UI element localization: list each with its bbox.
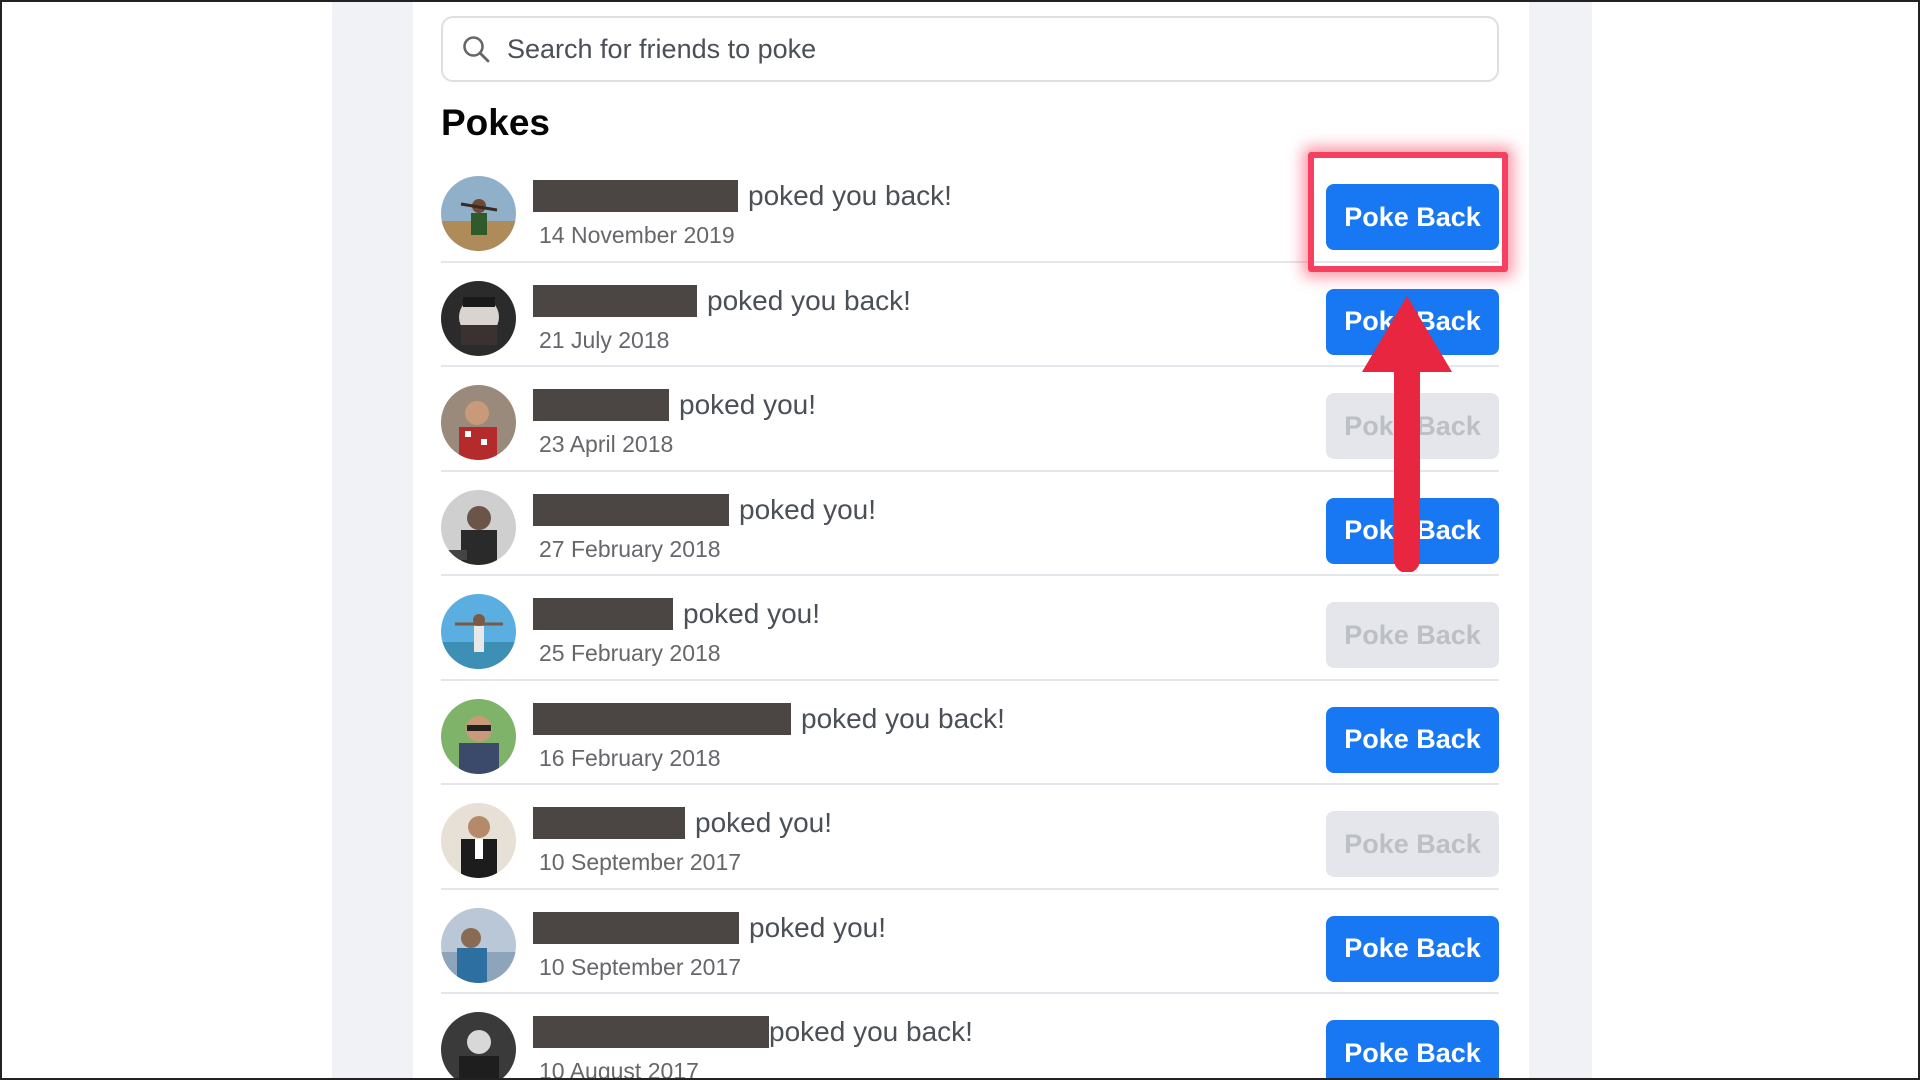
page-title: Pokes <box>441 102 551 143</box>
redacted-name <box>533 284 697 317</box>
redacted-name <box>533 598 673 630</box>
avatar <box>441 803 516 878</box>
pokes-list: poked you back! 14 November 2019 Poke Ba… <box>441 158 1499 1080</box>
poke-date: 25 February 2018 <box>539 640 721 666</box>
poke-date: 27 February 2018 <box>539 535 721 562</box>
poke-row: poked you! 10 September 2017 Poke Back <box>441 890 1499 994</box>
poke-text: poked you back! <box>533 283 911 319</box>
poke-back-button[interactable]: Poke Back <box>1326 706 1499 773</box>
poke-message: poked you back! <box>801 702 1005 734</box>
poke-date: 23 April 2018 <box>539 431 674 457</box>
redacted-name <box>533 180 738 212</box>
poke-message: poked you back! <box>707 284 911 316</box>
poke-row: poked you back! 21 July 2018 Poke Back <box>441 263 1499 367</box>
poke-message: poked you! <box>679 389 816 420</box>
screenshot-frame: Pokes poked you back! 14 November 2019 P… <box>0 0 1920 1080</box>
avatar <box>441 1012 516 1078</box>
avatar <box>441 280 516 356</box>
poke-row: poked you! 10 September 2017 Poke Back <box>441 785 1499 890</box>
poke-message: poked you! <box>739 493 876 525</box>
avatar <box>441 385 516 460</box>
poke-message: poked you! <box>683 598 820 629</box>
poke-back-button[interactable]: Poke Back <box>1326 915 1499 982</box>
avatar <box>441 176 516 251</box>
redacted-name <box>533 493 729 526</box>
avatar <box>441 907 516 983</box>
poke-message: poked you! <box>695 807 832 838</box>
poke-text: poked you! <box>533 492 876 528</box>
poke-back-button[interactable]: Poke Back <box>1326 1020 1499 1078</box>
avatar <box>441 489 516 565</box>
poke-back-button[interactable]: Poke Back <box>1326 497 1499 564</box>
poke-message: poked you back! <box>748 180 952 211</box>
poke-date: 14 November 2019 <box>539 222 735 248</box>
poke-text: poked you back! <box>533 178 952 214</box>
poke-back-button[interactable]: Poke Back <box>1326 811 1499 877</box>
poke-date: 10 August 2017 <box>539 1058 699 1080</box>
poke-row: poked you back! 16 February 2018 Poke Ba… <box>441 681 1499 785</box>
redacted-name <box>533 389 669 421</box>
redacted-name <box>533 702 791 735</box>
avatar <box>441 698 516 774</box>
search-bar[interactable] <box>441 16 1499 82</box>
poke-row: poked you! 25 February 2018 Poke Back <box>441 576 1499 681</box>
poke-message: poked you back! <box>769 1016 973 1047</box>
poke-row: poked you! 27 February 2018 Poke Back <box>441 472 1499 576</box>
redacted-name <box>533 911 739 944</box>
poke-date: 10 September 2017 <box>539 849 742 875</box>
poke-back-button[interactable]: Poke Back <box>1326 393 1499 459</box>
poke-text: poked you! <box>533 805 832 841</box>
poke-text: poked you back! <box>533 701 1005 737</box>
search-input[interactable] <box>507 29 1407 69</box>
poke-row: poked you back! 14 November 2019 Poke Ba… <box>441 158 1499 263</box>
poke-date: 10 September 2017 <box>539 953 742 980</box>
poke-text: poked you back! <box>533 1014 973 1050</box>
poke-text: poked you! <box>533 596 820 632</box>
search-icon <box>463 36 490 63</box>
poke-back-button[interactable]: Poke Back <box>1326 184 1499 250</box>
poke-text: poked you! <box>533 910 886 946</box>
avatar <box>441 594 516 669</box>
poke-back-button[interactable]: Poke Back <box>1326 602 1499 668</box>
poke-message: poked you! <box>749 911 886 943</box>
redacted-name <box>533 807 685 839</box>
poke-row: poked you back! 10 August 2017 Poke Back <box>441 994 1499 1080</box>
poke-date: 21 July 2018 <box>539 326 670 353</box>
pokes-panel: Pokes poked you back! 14 November 2019 P… <box>413 2 1529 1080</box>
poke-date: 16 February 2018 <box>539 744 721 771</box>
poke-row: poked you! 23 April 2018 Poke Back <box>441 367 1499 472</box>
poke-back-button[interactable]: Poke Back <box>1326 288 1499 355</box>
poke-text: poked you! <box>533 387 816 423</box>
redacted-name <box>533 1016 769 1048</box>
